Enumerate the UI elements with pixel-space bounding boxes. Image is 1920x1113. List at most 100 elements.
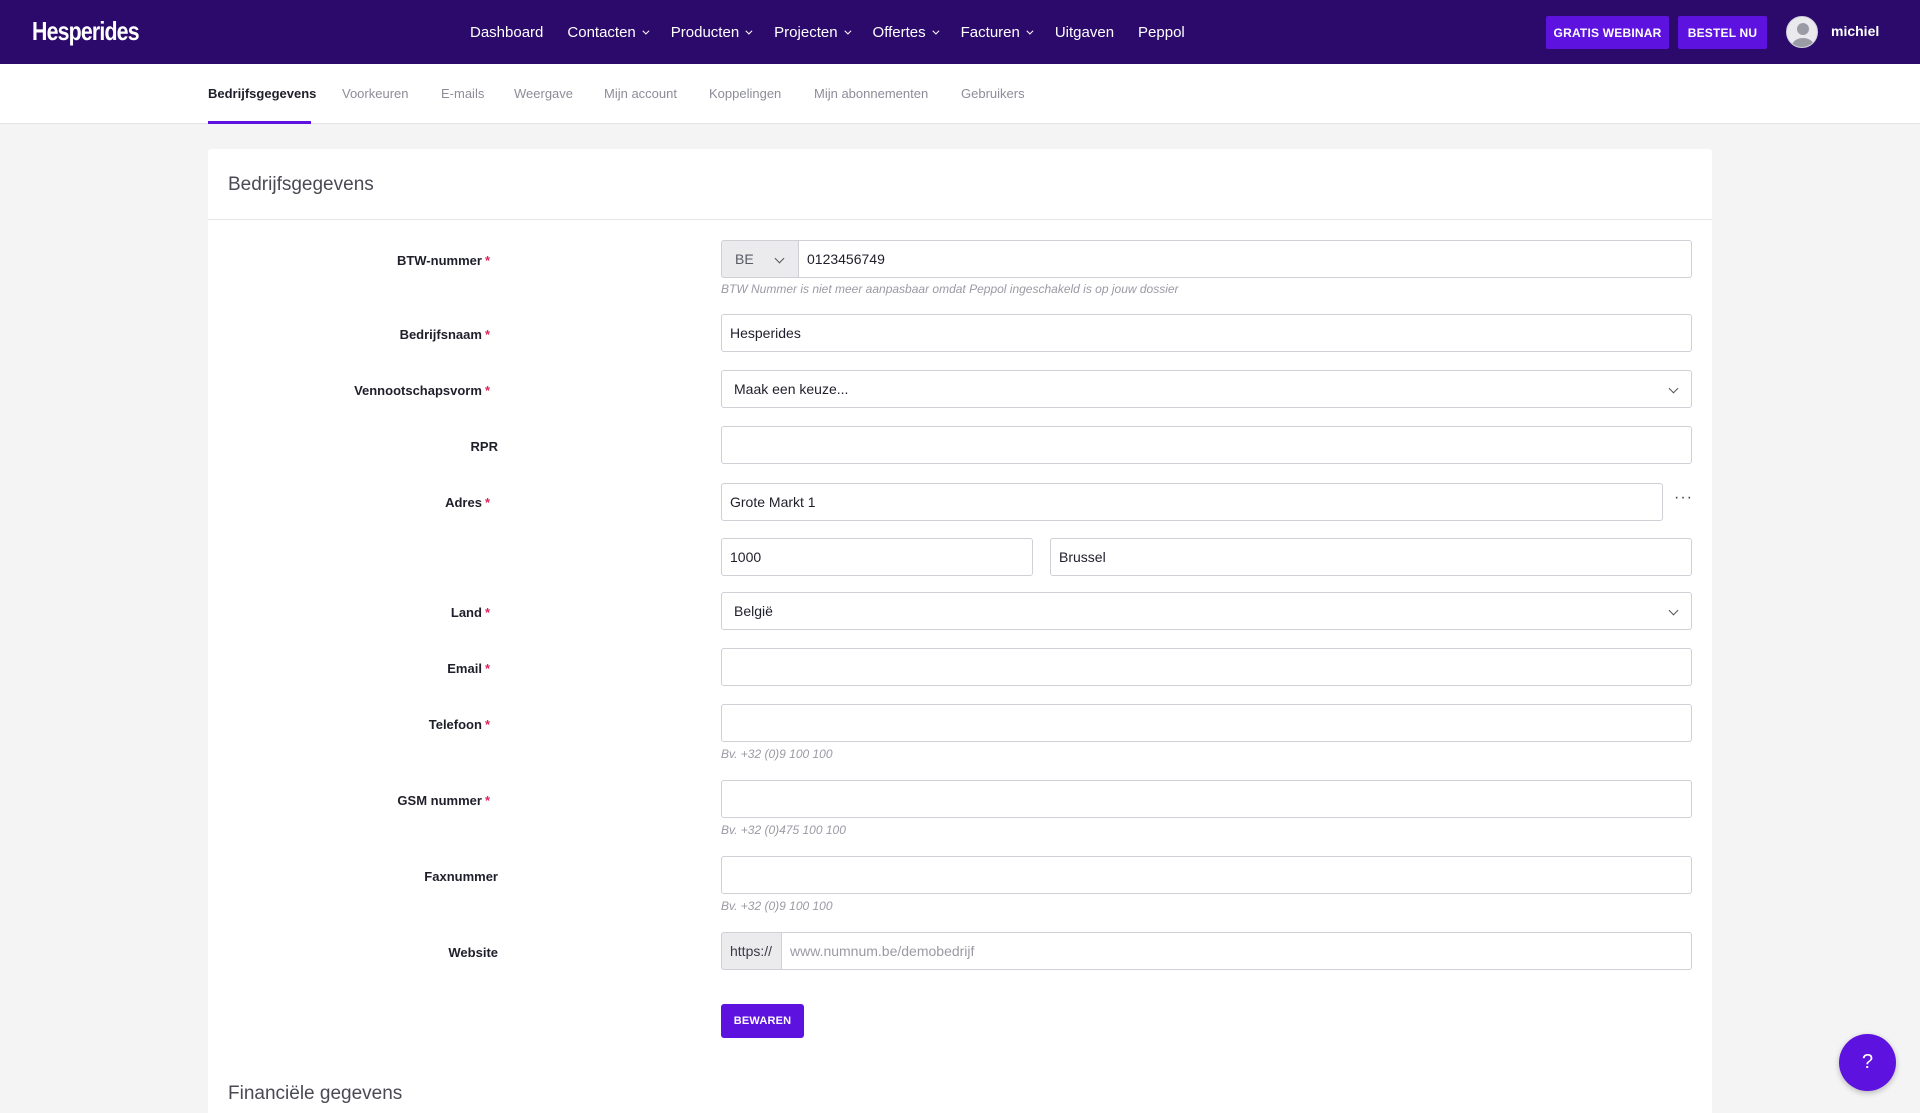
rpr-label: RPR: [470, 439, 498, 454]
settings-tabs: Bedrijfsgegevens Voorkeuren E-mails Weer…: [0, 64, 1920, 124]
country-code: BE: [735, 251, 754, 267]
input-value: 1000: [730, 549, 762, 565]
chevron-down-icon: [932, 27, 940, 35]
nav-peppol[interactable]: Peppol: [1138, 24, 1185, 41]
country-select[interactable]: België: [721, 592, 1692, 630]
more-options-icon[interactable]: ···: [1674, 490, 1693, 506]
chevron-down-icon: [843, 27, 851, 35]
phone-label: Telefoon *: [429, 717, 490, 732]
nav-label: Peppol: [1138, 23, 1185, 41]
company-type-label: Vennootschapsvorm *: [354, 383, 490, 398]
btw-label: BTW-nummer *: [397, 253, 490, 268]
company-type-select[interactable]: Maak een keuze...: [721, 370, 1692, 408]
label-text: Adres: [445, 495, 482, 510]
nav-projecten[interactable]: Projecten: [774, 23, 851, 41]
required-marker: *: [484, 717, 490, 732]
tab-weergave[interactable]: Weergave: [514, 86, 573, 101]
mobile-hint: Bv. +32 (0)475 100 100: [721, 823, 846, 837]
tab-e-mails[interactable]: E-mails: [441, 86, 484, 101]
input-value: Brussel: [1059, 549, 1106, 565]
input-value: Hesperides: [730, 325, 801, 341]
required-marker: *: [484, 383, 490, 398]
nav-label: Contacten: [567, 23, 636, 41]
tab-koppelingen[interactable]: Koppelingen: [709, 86, 781, 101]
website-input[interactable]: www.numnum.be/demobedrijf: [781, 932, 1692, 970]
required-marker: *: [484, 327, 490, 342]
address-label: Adres *: [445, 495, 490, 510]
email-field[interactable]: [721, 648, 1692, 686]
label-text: Telefoon: [428, 717, 482, 732]
select-value: Maak een keuze...: [734, 381, 849, 397]
country-label: Land *: [451, 605, 490, 620]
required-marker: *: [484, 793, 490, 808]
fax-hint: Bv. +32 (0)9 100 100: [721, 899, 833, 913]
top-navigation-bar: Hesperides Dashboard Contacten Producten…: [0, 0, 1920, 64]
chevron-down-icon: [1026, 27, 1034, 35]
nav-label: Facturen: [960, 23, 1020, 41]
free-webinar-button[interactable]: GRATIS WEBINAR: [1546, 16, 1669, 49]
mobile-input[interactable]: [721, 780, 1692, 818]
nav-label: Offertes: [872, 23, 926, 41]
nav-label: Projecten: [774, 23, 838, 41]
phone-hint: Bv. +32 (0)9 100 100: [721, 747, 833, 761]
nav-label: Dashboard: [470, 23, 544, 41]
order-now-button[interactable]: BESTEL NU: [1678, 16, 1767, 49]
chevron-down-icon: [642, 27, 650, 35]
btw-country-select[interactable]: BE: [721, 240, 798, 278]
nav-facturen[interactable]: Facturen: [960, 23, 1034, 41]
btw-number-input[interactable]: 0123456749: [798, 240, 1692, 278]
divider: [208, 219, 1712, 220]
company-name-label: Bedrijfsnaam *: [400, 327, 490, 342]
rpr-input[interactable]: [721, 426, 1692, 464]
company-name-input[interactable]: Hesperides: [721, 314, 1692, 352]
label-text: GSM nummer: [397, 793, 482, 808]
label-text: Email: [447, 661, 482, 676]
tab-mijn-abonnementen[interactable]: Mijn abonnementen: [814, 86, 928, 101]
help-button[interactable]: ?: [1839, 1034, 1896, 1091]
company-details-card: Bedrijfsgegevens BTW-nummer * BE 01234567…: [208, 149, 1712, 1113]
website-prefix: https://: [721, 932, 781, 970]
website-label: Website: [448, 945, 498, 960]
chevron-down-icon: [774, 253, 785, 264]
btw-hint: BTW Nummer is niet meer aanpasbaar omdat…: [721, 282, 1179, 296]
mobile-label: GSM nummer *: [397, 793, 490, 808]
section-title-financial: Financiële gegevens: [228, 1083, 403, 1104]
tab-voorkeuren[interactable]: Voorkeuren: [342, 86, 409, 101]
page-title: Bedrijfsgegevens: [228, 174, 374, 195]
tab-gebruikers[interactable]: Gebruikers: [961, 86, 1025, 101]
tab-mijn-account[interactable]: Mijn account: [604, 86, 677, 101]
label-text: Vennootschapsvorm: [354, 383, 482, 398]
fax-input[interactable]: [721, 856, 1692, 894]
required-marker: *: [484, 661, 490, 676]
nav-uitgaven[interactable]: Uitgaven: [1055, 24, 1114, 41]
username[interactable]: michiel: [1831, 23, 1879, 39]
avatar[interactable]: [1786, 16, 1818, 48]
email-label: Email *: [447, 661, 490, 676]
label-text: BTW-nummer: [396, 253, 482, 268]
input-value: Grote Markt 1: [730, 494, 816, 510]
chevron-down-icon: [745, 27, 753, 35]
street-input[interactable]: Grote Markt 1: [721, 483, 1663, 521]
label-text: Land: [450, 605, 482, 620]
city-input[interactable]: Brussel: [1050, 538, 1692, 576]
user-silhouette-icon: [1792, 23, 1814, 47]
phone-input[interactable]: [721, 704, 1692, 742]
nav-dashboard[interactable]: Dashboard: [470, 24, 543, 41]
nav-label: Uitgaven: [1054, 23, 1115, 41]
chevron-down-icon: [1668, 605, 1679, 616]
main-nav: Dashboard Contacten Producten Projecten …: [470, 0, 1209, 64]
active-tab-indicator: [208, 121, 311, 124]
nav-offertes[interactable]: Offertes: [872, 23, 940, 41]
nav-contacten[interactable]: Contacten: [567, 23, 650, 41]
required-marker: *: [484, 495, 490, 510]
nav-label: Producten: [670, 23, 740, 41]
input-placeholder: www.numnum.be/demobedrijf: [790, 943, 975, 959]
fax-label: Faxnummer: [424, 869, 498, 884]
save-button[interactable]: BEWAREN: [721, 1004, 804, 1038]
select-value: België: [734, 603, 773, 619]
tab-bedrijfsgegevens[interactable]: Bedrijfsgegevens: [208, 86, 316, 101]
postcode-input[interactable]: 1000: [721, 538, 1033, 576]
nav-producten[interactable]: Producten: [670, 23, 753, 41]
label-text: Bedrijfsnaam: [399, 327, 482, 342]
app-logo[interactable]: Hesperides: [32, 16, 140, 47]
